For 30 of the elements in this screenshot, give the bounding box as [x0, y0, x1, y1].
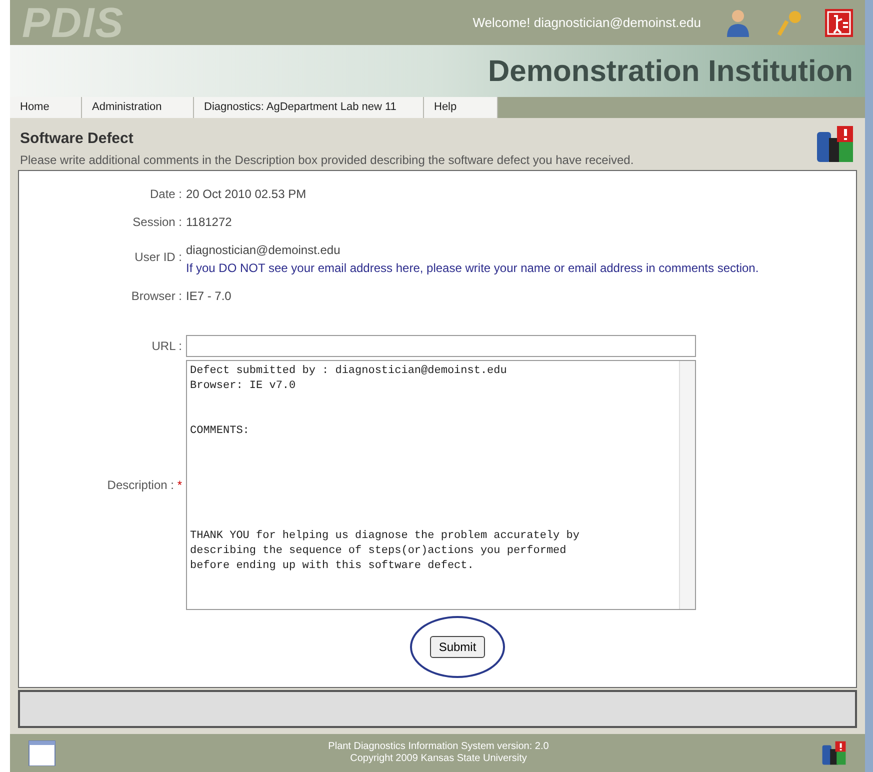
field-value: diagnostician@demoinst.edu [186, 242, 342, 259]
field-label: Browser : [130, 288, 183, 305]
welcome-text: Welcome! diagnostician@demoinst.edu [472, 14, 701, 32]
user-icon[interactable] [725, 8, 751, 38]
institution-title: Demonstration Institution [488, 54, 853, 90]
window-icon[interactable] [28, 740, 56, 766]
description-field[interactable]: Defect submitted by : diagnostician@demoinst.edu Browser: IE v7.0 COMMENTS: THANK YOU for helping us diagnose the problem accurately by describing the sequence of steps(or)actions you performed before ending up with this software defect. [186, 360, 696, 610]
field-label: User ID : [134, 249, 183, 266]
email-note: If you DO NOT see your email address here, please write your name or email address in comments section. [186, 260, 759, 277]
footer-text: Plant Diagnostics Information System version: 2.0 [328, 741, 549, 753]
page-title: Software Defect [20, 129, 134, 149]
nav-tab[interactable]: Administration [82, 97, 194, 118]
nav-tab[interactable]: Help [424, 97, 498, 118]
field-value: 20 Oct 2010 02.53 PM [186, 186, 306, 203]
field-value: 1181272 [186, 214, 232, 231]
field-label: Session : [132, 214, 183, 231]
footer-text: Copyright 2009 Kansas State University [350, 753, 527, 765]
exit-icon[interactable] [825, 8, 853, 36]
defect-icon [821, 740, 847, 766]
field-label: Date : [148, 186, 183, 203]
field-value: IE7 - 7.0 [186, 288, 232, 305]
submit-button[interactable]: Submit [430, 636, 486, 658]
url-label: URL : [150, 338, 183, 355]
url-input[interactable] [186, 335, 696, 357]
defect-icon [815, 124, 855, 164]
nav-tab[interactable]: Diagnostics: AgDepartment Lab new 11 [194, 97, 424, 118]
page-subtitle: Please write additional comments in the Description box provided describing the software defect you have received. [20, 152, 634, 168]
description-label: Description : * [107, 477, 182, 494]
nav-tab[interactable]: Home [10, 97, 82, 118]
scrollbar[interactable] [679, 361, 695, 609]
